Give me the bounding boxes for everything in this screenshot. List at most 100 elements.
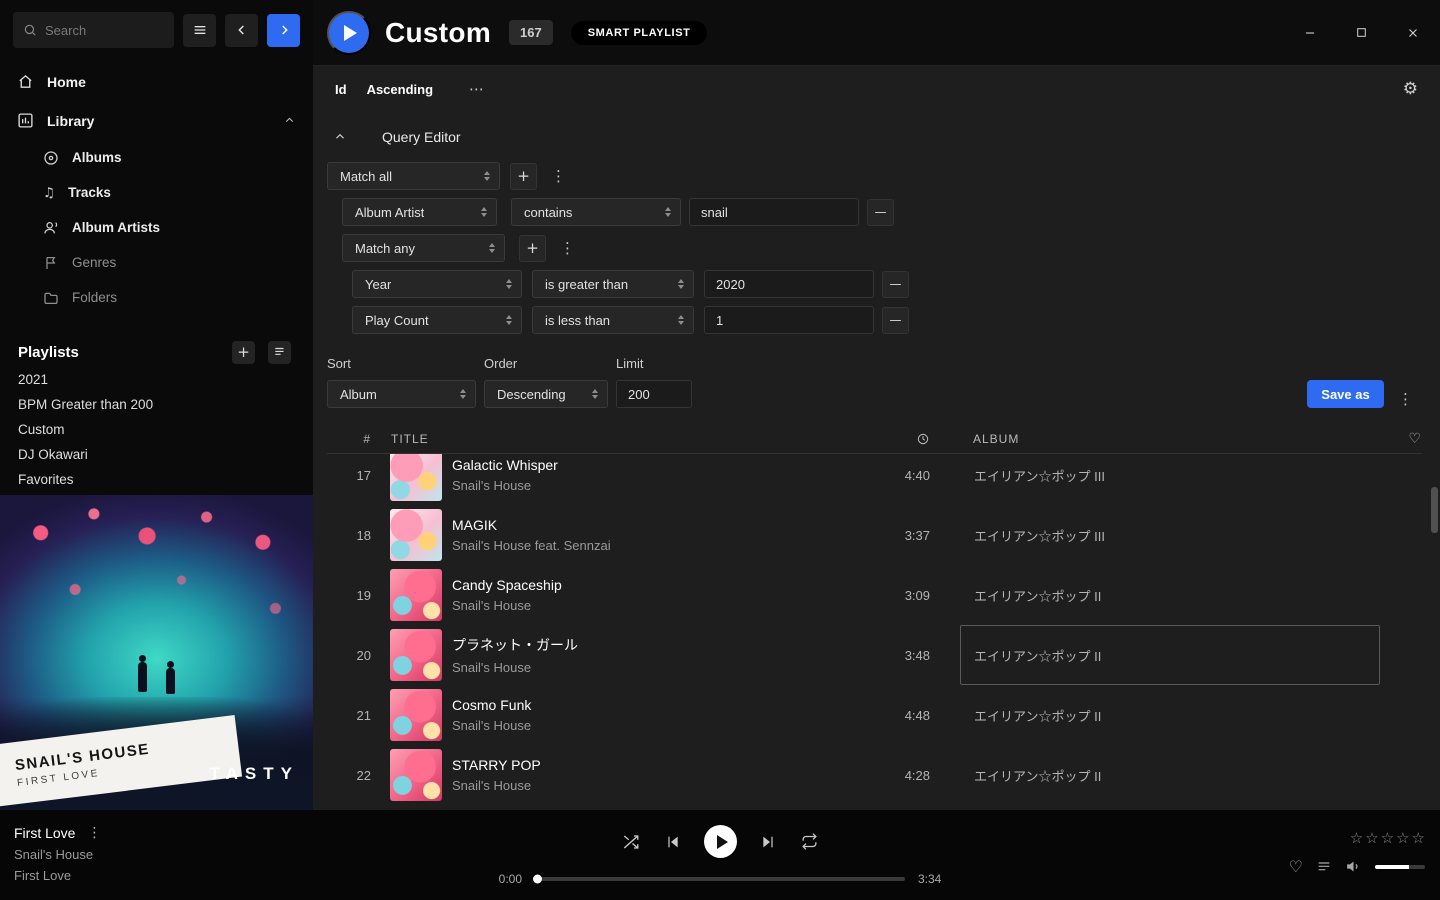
folder-icon	[43, 290, 59, 306]
sort-select[interactable]: Album	[327, 380, 476, 408]
star-icon[interactable]: ☆	[1381, 829, 1394, 847]
match-mode-select[interactable]: Match all	[327, 162, 500, 190]
forward-button[interactable]	[267, 14, 300, 47]
group-menu-button[interactable]: ⋮	[547, 167, 570, 185]
sidebar-item-home[interactable]: Home	[0, 62, 313, 101]
previous-button[interactable]	[663, 832, 683, 852]
star-icon[interactable]: ☆	[1396, 829, 1409, 847]
save-menu-button[interactable]: ⋮	[1394, 390, 1417, 408]
now-playing-artwork[interactable]: SNAIL'S HOUSE FIRST LOVE TASTY	[0, 495, 313, 810]
add-rule-button[interactable]: +	[510, 163, 537, 190]
select-arrows-icon	[668, 315, 684, 325]
add-rule-button[interactable]: +	[519, 235, 546, 262]
sidebar-item-genres[interactable]: Genres	[0, 245, 313, 280]
more-options-icon[interactable]: ⋯	[469, 80, 486, 98]
sidebar-item-album-artists[interactable]: Album Artists	[0, 210, 313, 245]
chevron-up-icon	[333, 130, 347, 144]
rule-operator-select[interactable]: is less than	[532, 306, 694, 334]
sidebar-item-label: Album Artists	[72, 220, 160, 235]
match-mode-select[interactable]: Match any	[342, 234, 505, 262]
rule-field-select[interactable]: Play Count	[352, 306, 522, 334]
query-rule-row: Play Count is less than —	[352, 306, 1417, 334]
shuffle-button[interactable]	[620, 831, 642, 853]
rule-value-input[interactable]	[704, 270, 874, 298]
playlist-item[interactable]: 2021	[0, 367, 313, 392]
player-utility-row: ♡	[1289, 857, 1425, 876]
rule-field-select[interactable]: Album Artist	[342, 198, 497, 226]
remove-rule-button[interactable]: —	[867, 199, 894, 226]
sidebar-item-tracks[interactable]: ♫ Tracks	[0, 175, 313, 210]
sort-order-button[interactable]: Ascending	[367, 82, 433, 97]
gear-icon[interactable]: ⚙	[1403, 79, 1418, 99]
search-input[interactable]	[45, 23, 164, 38]
sort-field-button[interactable]: Id	[335, 82, 347, 97]
remove-rule-button[interactable]: —	[882, 271, 909, 298]
save-as-button[interactable]: Save as	[1307, 380, 1384, 408]
track-album[interactable]: エイリアン☆ポップ II	[960, 685, 1380, 745]
heart-icon[interactable]: ♡	[1380, 431, 1422, 447]
menu-button[interactable]	[183, 14, 216, 47]
favorite-heart-icon[interactable]: ♡	[1289, 857, 1303, 876]
track-album[interactable]: エイリアン☆ポップ III	[960, 454, 1380, 505]
column-duration[interactable]	[850, 432, 930, 446]
window-maximize-button[interactable]	[1351, 22, 1372, 43]
seek-bar[interactable]	[535, 877, 905, 881]
play-pause-button[interactable]	[704, 825, 737, 858]
column-album[interactable]: ALBUM	[960, 432, 1380, 446]
select-arrows-icon	[474, 171, 490, 181]
seek-handle[interactable]	[533, 875, 542, 884]
limit-input[interactable]	[616, 380, 692, 408]
search-box[interactable]	[13, 12, 174, 48]
order-select[interactable]: Descending	[484, 380, 608, 408]
progress-section: 0:00 3:34	[490, 872, 950, 886]
playlist-item[interactable]: BPM Greater than 200	[0, 392, 313, 417]
hamburger-icon	[192, 22, 208, 38]
sidebar-item-folders[interactable]: Folders	[0, 280, 313, 315]
sidebar-item-albums[interactable]: Albums	[0, 140, 313, 175]
group-menu-button[interactable]: ⋮	[556, 239, 579, 257]
rule-value-input[interactable]	[704, 306, 874, 334]
table-row[interactable]: 22 STARRY POP Snail's House 4:28 エイリアン☆ポ…	[327, 745, 1422, 805]
volume-icon[interactable]	[1345, 858, 1362, 875]
scrollbar-thumb[interactable]	[1431, 487, 1438, 533]
chevron-up-icon[interactable]	[283, 114, 296, 127]
sidebar-item-label: Albums	[72, 150, 122, 165]
track-album[interactable]: エイリアン☆ポップ II	[960, 745, 1380, 805]
playlist-item[interactable]: Favorites	[0, 467, 313, 492]
playlist-item[interactable]: Custom	[0, 417, 313, 442]
window-close-button[interactable]	[1402, 22, 1424, 44]
table-row[interactable]: 21 Cosmo Funk Snail's House 4:48 エイリアン☆ポ…	[327, 685, 1422, 745]
sidebar-item-library[interactable]: Library	[0, 101, 313, 140]
window-minimize-button[interactable]	[1299, 22, 1321, 44]
volume-slider[interactable]	[1375, 865, 1425, 869]
track-album[interactable]: エイリアン☆ポップ II	[960, 625, 1380, 685]
repeat-button[interactable]	[799, 831, 820, 852]
table-row[interactable]: 17 Galactic Whisper Snail's House 4:40 エ…	[327, 454, 1422, 505]
track-artwork	[390, 689, 442, 741]
collapse-query-editor-button[interactable]	[327, 125, 352, 150]
track-menu-icon[interactable]: ⋮	[87, 825, 101, 841]
star-icon[interactable]: ☆	[1365, 829, 1378, 847]
star-icon[interactable]: ☆	[1350, 829, 1363, 847]
rule-value-input[interactable]	[689, 198, 859, 226]
playlist-item[interactable]: DJ Okawari	[0, 442, 313, 467]
column-number[interactable]: #	[327, 432, 371, 446]
column-title[interactable]: TITLE	[371, 432, 850, 446]
table-row[interactable]: 20 プラネット・ガール Snail's House 3:48 エイリアン☆ポッ…	[327, 625, 1422, 685]
rule-field-select[interactable]: Year	[352, 270, 522, 298]
remove-rule-button[interactable]: —	[882, 307, 909, 334]
queue-icon[interactable]	[1316, 859, 1332, 875]
table-row[interactable]: 18 MAGIK Snail's House feat. Sennzai 3:3…	[327, 505, 1422, 565]
rule-operator-select[interactable]: is greater than	[532, 270, 694, 298]
track-album[interactable]: エイリアン☆ポップ II	[960, 565, 1380, 625]
add-playlist-button[interactable]: +	[232, 341, 255, 364]
table-row[interactable]: 19 Candy Spaceship Snail's House 3:09 エイ…	[327, 565, 1422, 625]
back-button[interactable]	[225, 14, 258, 47]
play-playlist-button[interactable]	[327, 11, 371, 55]
close-icon	[1406, 26, 1420, 40]
rule-operator-select[interactable]: contains	[511, 198, 681, 226]
playlist-list-button[interactable]	[268, 341, 291, 364]
star-icon[interactable]: ☆	[1412, 829, 1425, 847]
track-album[interactable]: エイリアン☆ポップ III	[960, 505, 1380, 565]
next-button[interactable]	[758, 832, 778, 852]
